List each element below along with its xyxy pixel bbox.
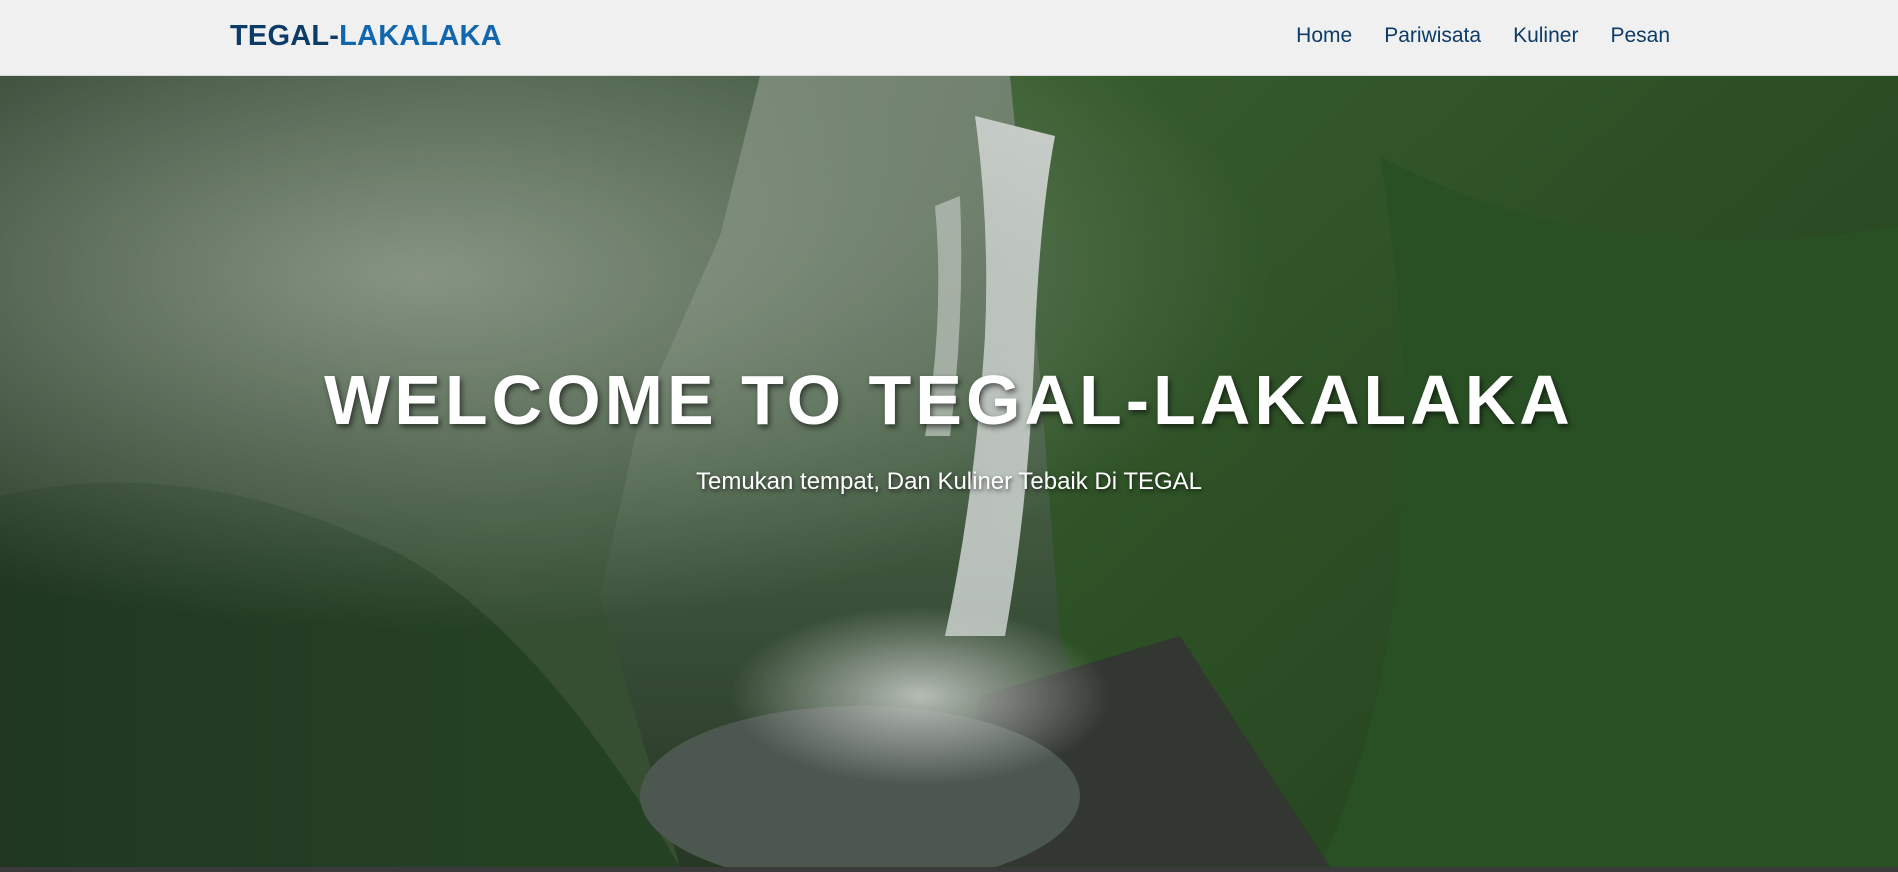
hero-subtitle: Temukan tempat, Dan Kuliner Tebaik Di TE… xyxy=(695,468,1203,495)
hero-title: WELCOME TO TEGAL-LAKALAKA xyxy=(324,361,1574,439)
brand-part2: LAKALAKA xyxy=(339,20,502,52)
brand-part1: TEGAL xyxy=(230,20,330,52)
brand-separator: - xyxy=(329,20,340,52)
hero-section: WELCOME TO TEGAL-LAKALAKA Temukan tempat… xyxy=(0,76,1898,867)
top-navbar: TEGAL-LAKALAKA Home Pariwisata Kuliner P… xyxy=(0,0,1898,76)
nav-link-home[interactable]: Home xyxy=(1296,24,1352,48)
nav-menu: Home Pariwisata Kuliner Pesan xyxy=(1296,24,1670,48)
page-bottom-edge xyxy=(0,867,1898,872)
nav-link-kuliner[interactable]: Kuliner xyxy=(1513,24,1578,48)
nav-link-pesan[interactable]: Pesan xyxy=(1610,24,1670,48)
brand-logo[interactable]: TEGAL-LAKALAKA xyxy=(230,20,502,53)
nav-link-pariwisata[interactable]: Pariwisata xyxy=(1384,24,1481,48)
